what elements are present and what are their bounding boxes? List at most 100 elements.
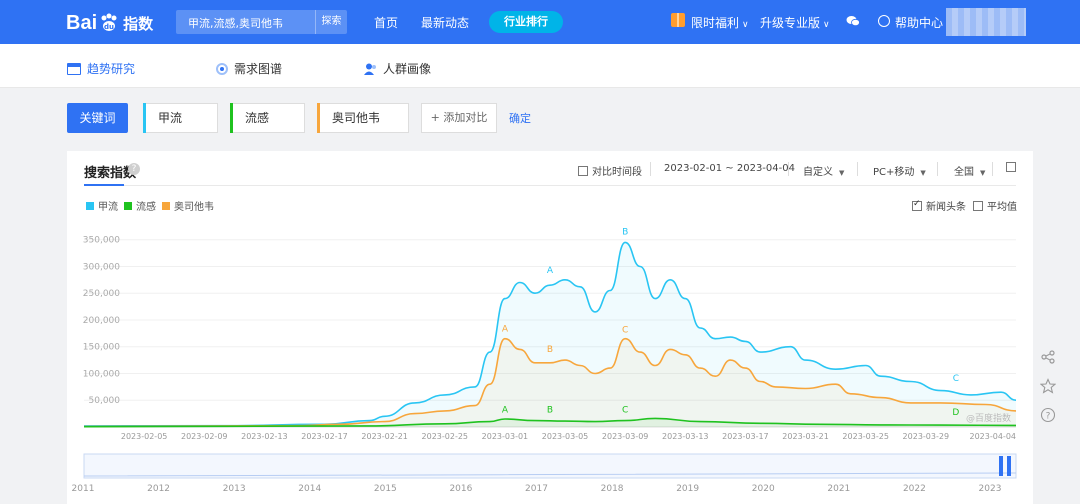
keyword-input-2[interactable]: 流感: [230, 103, 305, 133]
keyword-label: 关键词: [79, 111, 116, 125]
tab-label: 趋势研究: [87, 62, 136, 76]
timeline-year-label: 2018: [601, 484, 624, 494]
sub-nav-bar: 趋势研究 需求图谱 人群画像: [0, 44, 1080, 88]
timeline-handle-left: [999, 456, 1003, 476]
keyword-text: 奥司他韦: [332, 111, 381, 125]
x-tick-label: 2023-03-17: [722, 432, 769, 441]
trend-icon: [67, 62, 81, 75]
x-tick-label: 2023-02-13: [241, 432, 287, 441]
annotation-label: B: [622, 227, 628, 237]
add-label: + 添加对比: [430, 111, 488, 124]
y-tick-label: 250,000: [83, 289, 120, 299]
x-tick-label: 2023-02-17: [301, 432, 348, 441]
timeline-year-label: 2014: [298, 484, 321, 494]
svg-text:?: ?: [1046, 412, 1051, 422]
x-tick-label: 2023-03-01: [482, 432, 528, 441]
timeline-year-label: 2020: [752, 484, 775, 494]
rank-label: 行业排行: [504, 15, 548, 28]
timeline-year-label: 2017: [525, 484, 548, 494]
chevron-down-icon: ∨: [742, 20, 749, 30]
search-button[interactable]: 探索: [315, 10, 347, 34]
timeline-year-label: 2013: [223, 484, 246, 494]
annotation-label: A: [547, 266, 554, 276]
confirm-link[interactable]: 确定: [509, 110, 531, 126]
annotation-label: B: [547, 406, 553, 416]
help-icon: [878, 15, 890, 27]
tab-audience-profile[interactable]: 人群画像: [364, 60, 431, 77]
keyword-color-bar: [317, 103, 320, 133]
timeline-year-label: 2019: [676, 484, 699, 494]
gift-icon: [671, 13, 685, 27]
keyword-color-bar: [230, 103, 233, 133]
paw-icon: du: [101, 13, 117, 31]
demand-icon: [216, 62, 228, 75]
timeline-year-label: 2021: [827, 484, 850, 494]
people-icon: [364, 63, 376, 75]
x-tick-label: 2023-02-25: [422, 432, 469, 441]
user-avatar-blurred[interactable]: [946, 8, 1026, 36]
promo-menu[interactable]: 限时福利 ∨: [691, 14, 749, 31]
timeline-year-label: 2022: [903, 484, 926, 494]
top-nav-bar: Bai du 指数 甲流,流感,奥司他韦 探索 首页 最新动态 行业排行 限时福…: [0, 0, 1080, 44]
star-icon[interactable]: [1040, 378, 1056, 394]
upgrade-label: 升级专业版: [760, 16, 821, 30]
help-circle-icon[interactable]: ?: [1040, 407, 1056, 423]
y-tick-label: 50,000: [89, 396, 121, 406]
tab-label: 需求图谱: [234, 62, 283, 76]
keyword-text: 甲流: [158, 111, 183, 125]
tab-label: 人群画像: [383, 62, 432, 76]
timeline-year-label: 2016: [449, 484, 472, 494]
timeline-year-label: 2023: [979, 484, 1002, 494]
industry-rank-button[interactable]: 行业排行: [489, 11, 563, 33]
tab-demand-graph[interactable]: 需求图谱: [216, 60, 282, 77]
logo-suffix: 指数: [123, 15, 154, 33]
y-tick-label: 150,000: [83, 343, 120, 353]
annotation-label: A: [502, 325, 509, 335]
watermark: @百度指数: [966, 412, 1011, 424]
logo-text: Bai: [66, 11, 98, 34]
nav-latest[interactable]: 最新动态: [421, 14, 469, 31]
y-tick-label: 200,000: [83, 316, 120, 326]
timeline-year-label: 2011: [72, 484, 95, 494]
x-tick-label: 2023-03-09: [602, 432, 649, 441]
annotation-label: A: [502, 406, 509, 416]
annotation-label: D: [952, 408, 959, 418]
timeline-year-label: 2015: [374, 484, 397, 494]
y-tick-label: 100,000: [83, 369, 120, 379]
svg-text:du: du: [104, 23, 114, 31]
y-tick-label: 350,000: [83, 236, 120, 246]
help-center-link[interactable]: 帮助中心: [895, 14, 943, 31]
wechat-icon[interactable]: [846, 15, 860, 27]
x-tick-label: 2023-03-13: [662, 432, 709, 441]
keyword-label-button[interactable]: 关键词: [67, 103, 128, 133]
x-tick-label: 2023-03-05: [542, 432, 589, 441]
promo-label: 限时福利: [691, 16, 740, 30]
search-index-chart: 50,000 100,000 150,000 200,000 250,000 300,00…: [72, 227, 1017, 494]
x-tick-label: 2023-04-04: [970, 432, 1017, 441]
baidu-index-logo[interactable]: Bai du 指数: [66, 10, 153, 36]
x-tick-label: 2023-02-09: [181, 432, 228, 441]
annotation-label: C: [622, 406, 628, 416]
upgrade-menu[interactable]: 升级专业版 ∨: [760, 14, 830, 31]
x-tick-label: 2023-02-05: [121, 432, 167, 441]
annotation-label: C: [953, 374, 959, 384]
timeline-year-label: 2012: [147, 484, 170, 494]
nav-home[interactable]: 首页: [374, 14, 398, 31]
x-tick-label: 2023-03-25: [842, 432, 889, 441]
timeline-handle-right: [1007, 456, 1011, 476]
share-icon[interactable]: [1040, 349, 1056, 365]
tab-trend-research[interactable]: 趋势研究: [67, 60, 135, 77]
chevron-down-icon: ∨: [823, 20, 830, 30]
x-tick-label: 2023-02-21: [361, 432, 408, 441]
y-tick-label: 300,000: [83, 262, 120, 272]
keyword-input-3[interactable]: 奥司他韦: [317, 103, 409, 133]
keyword-color-bar: [143, 103, 146, 133]
add-comparison-button[interactable]: + 添加对比: [421, 103, 497, 133]
search-input[interactable]: 甲流,流感,奥司他韦 探索: [176, 10, 347, 34]
x-tick-label: 2023-03-29: [903, 432, 950, 441]
keyword-input-1[interactable]: 甲流: [143, 103, 218, 133]
annotation-label: C: [622, 325, 628, 335]
annotation-label: B: [547, 345, 553, 355]
x-tick-label: 2023-03-21: [782, 432, 829, 441]
search-value: 甲流,流感,奥司他韦: [188, 17, 283, 30]
